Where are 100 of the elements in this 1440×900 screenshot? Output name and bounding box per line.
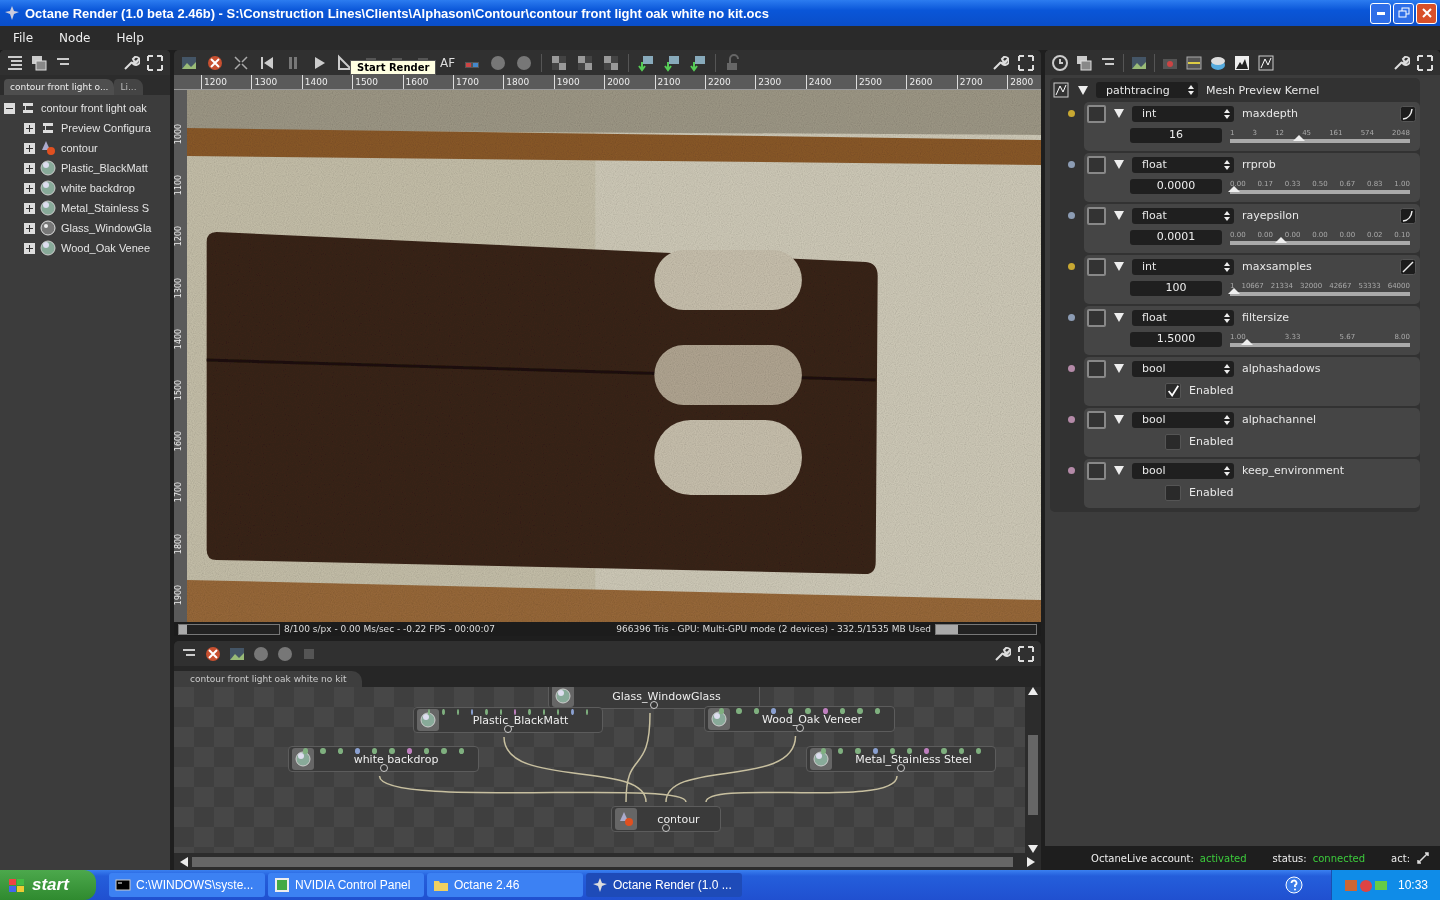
value-field[interactable]: 100 bbox=[1130, 281, 1222, 296]
sphere-icon[interactable] bbox=[252, 644, 270, 663]
curve-icon[interactable] bbox=[1400, 207, 1416, 224]
value-field[interactable]: 0.0001 bbox=[1130, 230, 1222, 245]
slider-track[interactable] bbox=[1230, 291, 1410, 296]
type-dropdown[interactable]: float bbox=[1132, 156, 1234, 173]
list-icon[interactable] bbox=[6, 53, 24, 72]
slider-icon[interactable] bbox=[1087, 257, 1106, 276]
toggle-icon[interactable] bbox=[1087, 410, 1106, 429]
histogram-icon[interactable] bbox=[1233, 53, 1251, 72]
slider-track[interactable] bbox=[1230, 138, 1410, 143]
expand-icon[interactable] bbox=[24, 122, 35, 134]
start-button[interactable]: start bbox=[0, 870, 96, 900]
tree-item[interactable]: contour bbox=[61, 142, 98, 154]
shrink-icon[interactable] bbox=[232, 53, 250, 72]
graph-tab[interactable]: contour front light oak white no kit bbox=[174, 671, 363, 687]
kernel-icon[interactable] bbox=[1257, 53, 1275, 72]
output-port[interactable] bbox=[662, 824, 670, 832]
slider-thumb[interactable] bbox=[1240, 338, 1253, 345]
tree-item[interactable]: Plastic_BlackMatt bbox=[61, 162, 148, 174]
checkbox[interactable] bbox=[1165, 484, 1181, 501]
vertical-scrollbar[interactable] bbox=[1025, 687, 1041, 853]
slider-thumb[interactable] bbox=[1228, 287, 1240, 294]
stop-icon[interactable] bbox=[204, 644, 222, 663]
collapse-icon[interactable] bbox=[4, 102, 15, 114]
tree-item[interactable]: Metal_Stainless S bbox=[61, 202, 150, 214]
output-port[interactable] bbox=[795, 724, 804, 732]
expand-icon[interactable] bbox=[24, 142, 35, 154]
output-port[interactable] bbox=[650, 701, 658, 709]
settings-icon[interactable] bbox=[1392, 53, 1410, 72]
value-field[interactable]: 0.0000 bbox=[1130, 179, 1222, 194]
checkbox[interactable] bbox=[1165, 433, 1181, 450]
maximize-icon[interactable] bbox=[1416, 53, 1434, 72]
windows-icon[interactable] bbox=[30, 53, 48, 72]
slider-icon[interactable] bbox=[1087, 206, 1106, 225]
expand-icon[interactable] bbox=[24, 182, 35, 194]
value-field[interactable]: 1.5000 bbox=[1130, 332, 1222, 347]
taskbar-button[interactable]: NVIDIA Control Panel bbox=[268, 873, 424, 897]
kernel-dropdown[interactable]: pathtracing bbox=[1096, 82, 1198, 98]
type-dropdown[interactable]: bool bbox=[1132, 360, 1234, 377]
minimize-button[interactable] bbox=[1370, 2, 1391, 24]
autofocus-button[interactable]: AF bbox=[440, 55, 456, 70]
download-icon[interactable] bbox=[689, 53, 708, 72]
toggle-icon[interactable] bbox=[1087, 461, 1106, 480]
slider-track[interactable] bbox=[1230, 342, 1410, 347]
sphere-icon[interactable] bbox=[515, 53, 534, 72]
toggle-icon[interactable] bbox=[1087, 359, 1106, 378]
tree-item[interactable]: Preview Configura bbox=[61, 122, 151, 134]
tree-item[interactable]: contour front light oak bbox=[41, 102, 147, 114]
restore-button[interactable] bbox=[1393, 2, 1414, 24]
graph-node[interactable]: Metal_Stainless Steel bbox=[806, 746, 996, 772]
graph-node[interactable]: contour bbox=[611, 806, 721, 832]
tree-item[interactable]: Glass_WindowGla bbox=[61, 222, 152, 234]
help-icon[interactable] bbox=[1284, 876, 1303, 894]
slider-thumb[interactable] bbox=[1228, 185, 1240, 192]
taskbar-button[interactable]: Octane Render (1.0 ... bbox=[586, 873, 742, 897]
expand-icon[interactable] bbox=[24, 242, 35, 254]
checker-icon[interactable] bbox=[576, 53, 595, 72]
maximize-icon[interactable] bbox=[146, 53, 164, 72]
download-icon[interactable] bbox=[637, 53, 656, 72]
graph-node[interactable]: Wood_Oak Veneer bbox=[704, 706, 895, 732]
sphere-icon[interactable] bbox=[276, 644, 294, 663]
value-field[interactable]: 16 bbox=[1130, 128, 1222, 143]
taskbar-button[interactable]: Octane 2.46 bbox=[427, 873, 583, 897]
expand-icon[interactable] bbox=[24, 222, 35, 234]
panel-tab[interactable]: Li... bbox=[114, 79, 143, 95]
output-port[interactable] bbox=[897, 764, 905, 772]
output-port[interactable] bbox=[379, 764, 388, 772]
checkbox[interactable] bbox=[1165, 382, 1181, 399]
menu-item[interactable]: File bbox=[4, 29, 43, 47]
type-dropdown[interactable]: bool bbox=[1132, 462, 1234, 479]
graph-node[interactable]: Plastic_BlackMatt bbox=[413, 707, 603, 733]
download-icon[interactable] bbox=[663, 53, 682, 72]
type-dropdown[interactable]: int bbox=[1132, 105, 1234, 122]
stop-icon[interactable] bbox=[206, 53, 224, 72]
windows-icon[interactable] bbox=[1075, 53, 1093, 72]
close-button[interactable] bbox=[1416, 2, 1437, 24]
type-dropdown[interactable]: float bbox=[1132, 309, 1234, 326]
output-port[interactable] bbox=[504, 725, 512, 733]
settings-icon[interactable] bbox=[993, 644, 1011, 663]
bar-icon[interactable] bbox=[1185, 53, 1203, 72]
kernel-icon[interactable] bbox=[1052, 81, 1070, 99]
slider-track[interactable] bbox=[1230, 189, 1410, 194]
maximize-icon[interactable] bbox=[1017, 53, 1035, 72]
slider-track[interactable] bbox=[1230, 240, 1410, 245]
scroll-left-icon[interactable] bbox=[180, 856, 188, 867]
panel-tab[interactable]: contour front light o... bbox=[4, 79, 115, 95]
slider-icon[interactable] bbox=[1087, 308, 1106, 327]
taskbar-button[interactable]: C:\WINDOWS\syste... bbox=[109, 873, 265, 897]
maximize-icon[interactable] bbox=[1017, 644, 1035, 663]
scroll-right-icon[interactable] bbox=[1027, 856, 1035, 867]
type-dropdown[interactable]: bool bbox=[1132, 411, 1234, 428]
menu-item[interactable]: Node bbox=[50, 29, 100, 47]
graph-node[interactable]: white backdrop bbox=[288, 746, 479, 772]
slider-icon[interactable] bbox=[1087, 104, 1106, 123]
settings-icon[interactable] bbox=[122, 53, 140, 72]
type-dropdown[interactable]: int bbox=[1132, 258, 1234, 275]
expand-icon[interactable] bbox=[24, 202, 35, 214]
settings-icon[interactable] bbox=[991, 53, 1009, 72]
clock-icon[interactable] bbox=[1051, 53, 1069, 72]
